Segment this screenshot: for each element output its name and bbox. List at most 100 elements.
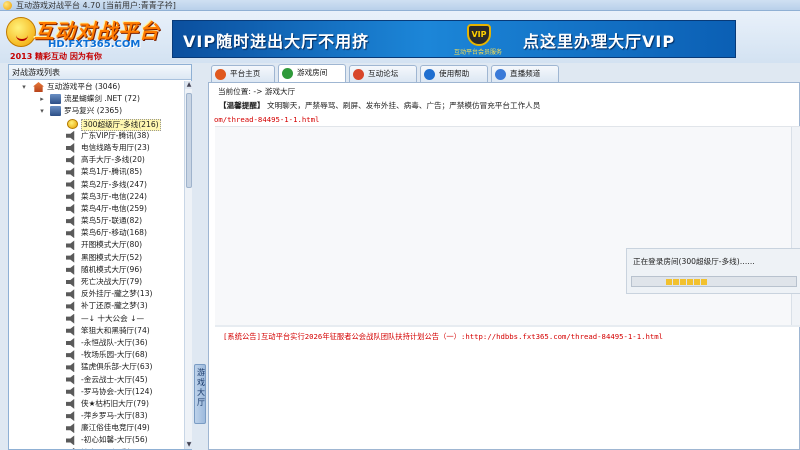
room-item[interactable]: 侠★枯朽旧大厅(79) bbox=[9, 398, 184, 410]
title-bar: 互动游戏对战平台 4.70 [当前用户:青青子衿] bbox=[0, 0, 800, 11]
progress-segment bbox=[701, 279, 707, 285]
room-panel-scrollbar[interactable] bbox=[791, 127, 800, 327]
room-item[interactable]: 300超级厅-多线(216) bbox=[9, 118, 184, 131]
room-item[interactable]: —↓ 十大公会 ↓— bbox=[9, 313, 184, 325]
logo-domain: HD.FXT365.COM bbox=[48, 39, 141, 50]
room-item[interactable]: 死亡决战大厅(79) bbox=[9, 276, 184, 288]
collapse-icon[interactable]: ▾ bbox=[38, 107, 46, 115]
room-item-label: -初心如馨-大厅(56) bbox=[81, 435, 148, 445]
speaker-icon bbox=[66, 313, 75, 324]
room-item[interactable]: 菜鸟1厅-腾讯(85) bbox=[9, 166, 184, 178]
room-item[interactable]: 笨狙大和黑骑厅(74) bbox=[9, 325, 184, 337]
room-item-label: 菜鸟4厅-电信(259) bbox=[81, 203, 147, 213]
game-list-panel: 对战游戏列表 ▾ 互动游戏平台 (3046) ▸ 流星蝴蝶剑 .NET (72)… bbox=[8, 64, 193, 450]
thread-link[interactable]: om/thread-84495-1-1.html bbox=[214, 115, 319, 124]
scroll-up-icon[interactable]: ▲ bbox=[185, 81, 193, 89]
vip-shield-icon: VIP bbox=[467, 24, 491, 46]
speaker-icon bbox=[66, 374, 75, 385]
room-item-label: 菜鸟6厅-移动(168) bbox=[81, 228, 147, 238]
tab-home[interactable]: 平台主页 bbox=[211, 65, 275, 82]
panel-splitter[interactable]: 游戏大厅 bbox=[193, 64, 207, 450]
speaker-icon bbox=[66, 167, 75, 178]
room-item-label: -牧场乐园-大厅(68) bbox=[81, 350, 148, 360]
tree-group-label: 流星蝴蝶剑 .NET (72) bbox=[64, 94, 140, 104]
tab-game-room[interactable]: 游戏房间 bbox=[278, 64, 346, 82]
room-item[interactable]: -萍乡罗马-大厅(83) bbox=[9, 410, 184, 422]
speaker-icon bbox=[66, 240, 75, 251]
mascot-icon bbox=[6, 17, 36, 47]
system-announcement[interactable]: [系统公告]互动平台实行2026年征服者公会战队团队扶持计划公告（一）:http… bbox=[223, 332, 663, 342]
game-server-icon bbox=[50, 94, 61, 105]
speaker-icon bbox=[66, 216, 75, 227]
vip-banner[interactable]: VIP随时进出大厅不用挤 VIP 互动平台会员服务 点这里办理大厅VIP bbox=[172, 20, 736, 58]
game-hall-toggle[interactable]: 游戏大厅 bbox=[194, 364, 206, 424]
scrollbar-thumb[interactable] bbox=[186, 93, 192, 188]
speaker-icon bbox=[66, 179, 75, 190]
room-item-label: -永恒战队-大厅(36) bbox=[81, 337, 148, 347]
vip-badge-caption: 互动平台会员服务 bbox=[453, 49, 502, 56]
tab-label: 游戏房间 bbox=[297, 68, 328, 77]
room-item[interactable]: 反外挂厅-朧之梦(13) bbox=[9, 288, 184, 300]
room-item-label: 300超级厅-多线(216) bbox=[81, 118, 161, 131]
speaker-icon bbox=[66, 398, 75, 409]
room-item[interactable]: 广东VIP厅-腾讯(38) bbox=[9, 130, 184, 142]
room-item-label: 补丁还原-朧之梦(3) bbox=[81, 301, 148, 311]
reminder-text: 文明聊天，严禁辱骂、刷屏、发布外挂、病毒、广告；严禁模仿冒充平台工作人员 bbox=[266, 101, 541, 110]
room-item[interactable]: 廉江俗佳电竞厅(49) bbox=[9, 422, 184, 434]
speaker-icon bbox=[66, 301, 75, 312]
login-progress-dialog: 正在登录房间(300超级厅-多线)…… bbox=[626, 248, 800, 294]
room-item[interactable]: 菜鸟4厅-电信(259) bbox=[9, 203, 184, 215]
room-item[interactable]: 随机模式大厅(96) bbox=[9, 264, 184, 276]
room-item[interactable]: 电信线路专用厅(23) bbox=[9, 142, 184, 154]
speaker-icon bbox=[66, 130, 75, 141]
room-item[interactable]: 铭南罗马俱乐部(14) bbox=[9, 447, 184, 449]
room-item[interactable]: 猛虎俱乐部-大厅(63) bbox=[9, 361, 184, 373]
header: 互动对战平台 HD.FXT365.COM 2013 精彩互动 因为有你 VIP随… bbox=[0, 11, 800, 63]
room-item[interactable]: 高手大厅-多线(20) bbox=[9, 154, 184, 166]
platform-logo[interactable]: 互动对战平台 HD.FXT365.COM 2013 精彩互动 因为有你 bbox=[4, 11, 170, 63]
game-room-content: 当前位置: -> 游戏大厅 【温馨提醒】 文明聊天，严禁辱骂、刷屏、发布外挂、病… bbox=[208, 82, 800, 450]
room-item[interactable]: -金云战士-大厅(45) bbox=[9, 374, 184, 386]
room-item-label: 黑图模式大厅(52) bbox=[81, 252, 143, 262]
speaker-icon bbox=[66, 142, 75, 153]
progress-segment bbox=[666, 279, 672, 285]
room-item[interactable]: 菜鸟6厅-移动(168) bbox=[9, 227, 184, 239]
tree-root[interactable]: ▾ 互动游戏平台 (3046) bbox=[9, 81, 184, 93]
game-list-title: 对战游戏列表 bbox=[9, 65, 191, 80]
speaker-icon bbox=[66, 337, 75, 348]
room-item[interactable]: 菜鸟3厅-电信(224) bbox=[9, 191, 184, 203]
room-item-label: 笨狙大和黑骑厅(74) bbox=[81, 325, 150, 335]
room-item[interactable]: -永恒战队-大厅(36) bbox=[9, 337, 184, 349]
room-item[interactable]: -初心如馨-大厅(56) bbox=[9, 434, 184, 446]
sidebar-scrollbar[interactable]: ▲ ▼ bbox=[184, 81, 193, 449]
collapse-icon[interactable]: ▾ bbox=[20, 83, 28, 91]
speaker-icon bbox=[66, 435, 75, 446]
tree-group[interactable]: ▸ 流星蝴蝶剑 .NET (72) bbox=[9, 93, 184, 105]
room-item-label: 开图模式大厅(80) bbox=[81, 240, 143, 250]
tab-forum[interactable]: 互动论坛 bbox=[349, 65, 417, 82]
tab-help[interactable]: 使用帮助 bbox=[420, 65, 488, 82]
room-item[interactable]: 菜鸟2厅-多线(247) bbox=[9, 179, 184, 191]
room-item[interactable]: 补丁还原-朧之梦(3) bbox=[9, 300, 184, 312]
scroll-down-icon[interactable]: ▼ bbox=[185, 441, 193, 449]
room-item-label: 猛虎俱乐部-大厅(63) bbox=[81, 362, 153, 372]
tab-live[interactable]: 直播频道 bbox=[491, 65, 559, 82]
room-item-label: -萍乡罗马-大厅(83) bbox=[81, 411, 148, 421]
tree-group[interactable]: ▾ 罗马复兴 (2365) bbox=[9, 105, 184, 117]
progress-segment bbox=[680, 279, 686, 285]
tree-root-label: 互动游戏平台 (3046) bbox=[47, 82, 121, 91]
room-item-label: 高手大厅-多线(20) bbox=[81, 155, 145, 165]
room-item[interactable]: 开图模式大厅(80) bbox=[9, 239, 184, 251]
speaker-icon bbox=[66, 386, 75, 397]
game-room-icon bbox=[282, 68, 293, 79]
room-item[interactable]: 菜鸟5厅-联通(82) bbox=[9, 215, 184, 227]
speaker-icon bbox=[66, 325, 75, 336]
home-icon bbox=[215, 69, 226, 80]
speaker-icon bbox=[66, 252, 75, 263]
room-item[interactable]: -牧场乐园-大厅(68) bbox=[9, 349, 184, 361]
room-item-label: 菜鸟3厅-电信(224) bbox=[81, 191, 147, 201]
expand-icon[interactable]: ▸ bbox=[38, 95, 46, 103]
house-icon bbox=[33, 82, 44, 92]
room-item[interactable]: -罗马协会-大厅(124) bbox=[9, 386, 184, 398]
room-item[interactable]: 黑图模式大厅(52) bbox=[9, 252, 184, 264]
